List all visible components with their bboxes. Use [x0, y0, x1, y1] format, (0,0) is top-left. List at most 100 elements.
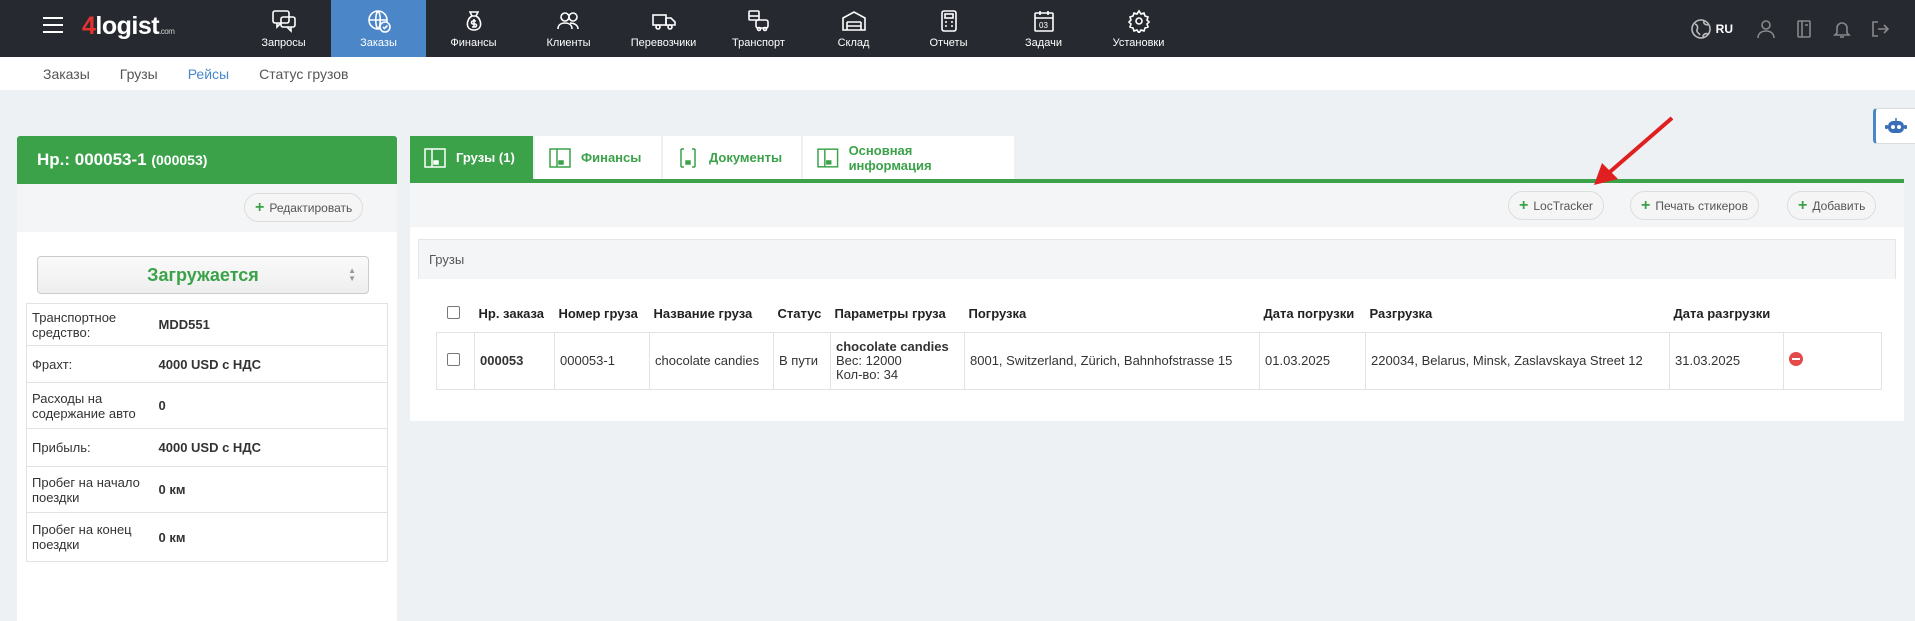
- cell-order-number[interactable]: 000053: [474, 331, 555, 390]
- nav-item-transport[interactable]: Транспорт: [711, 0, 806, 57]
- vehicles-icon: [747, 10, 769, 32]
- select-all-cell: [437, 296, 475, 332]
- order-sub-number: (000053): [151, 152, 208, 168]
- col-unloading[interactable]: Разгрузка: [1366, 296, 1670, 332]
- cell-loading-date: 01.03.2025: [1259, 331, 1366, 390]
- cargo-toolbar: + LocTracker + Печать стикеров + Добавит…: [410, 183, 1904, 227]
- select-all-checkbox[interactable]: [446, 305, 460, 319]
- delete-icon[interactable]: [1789, 352, 1803, 366]
- logo[interactable]: 4logist.com: [82, 12, 175, 41]
- logout-button[interactable]: [1861, 19, 1899, 39]
- tab-finance[interactable]: Финансы: [535, 136, 663, 179]
- col-loading-date[interactable]: Дата погрузки: [1260, 296, 1366, 332]
- info-row: Транспортное средство: MDD551: [32, 309, 210, 340]
- nav-item-tasks[interactable]: 03 Задачи: [996, 0, 1091, 57]
- top-navbar: 4logist.com Запросы Заказы Финансы Клиен…: [0, 0, 1915, 57]
- subnav-cargo-status[interactable]: Статус грузов: [259, 66, 348, 82]
- info-row: Прибыль: 4000 USD с НДС: [26, 428, 388, 467]
- order-number: Нр.: 000053-1: [37, 150, 147, 169]
- info-row: Пробег на начало поездки 0 км: [26, 466, 388, 513]
- col-cargo-name[interactable]: Название груза: [650, 296, 774, 332]
- row-checkbox-cell: [436, 331, 475, 390]
- globe-icon: [1690, 18, 1711, 39]
- nav-item-reports[interactable]: Отчеты: [901, 0, 996, 57]
- cell-cargo-number: 000053-1: [554, 331, 650, 390]
- info-row: Фрахт: 4000 USD с НДС: [26, 345, 388, 383]
- cargo-table: Нр. заказа Номер груза Название груза Ст…: [436, 296, 1882, 390]
- loctracker-button[interactable]: + LocTracker: [1508, 191, 1604, 220]
- row-checkbox[interactable]: [447, 352, 460, 366]
- panel-icon: [817, 147, 839, 168]
- col-order-number[interactable]: Нр. заказа: [475, 296, 555, 332]
- logout-icon: [1872, 20, 1890, 37]
- table-row[interactable]: 000053 000053-1 chocolate candies В пути…: [436, 331, 1882, 390]
- tab-cargo[interactable]: Грузы (1): [410, 136, 535, 179]
- chat-question-icon: [271, 10, 296, 33]
- document-panel-icon: [680, 147, 696, 168]
- nav-item-carriers[interactable]: Перевозчики: [616, 0, 711, 57]
- globe-check-icon: [367, 10, 391, 33]
- tabs: Грузы (1) Финансы Документы Основная инф…: [410, 136, 1016, 180]
- info-row: Пробег на конец поездки 0 км: [26, 512, 388, 562]
- plus-icon: +: [255, 198, 265, 216]
- subnav-trips[interactable]: Рейсы: [188, 66, 229, 82]
- edit-bar: + Редактировать: [17, 184, 397, 232]
- gear-icon: [1127, 9, 1150, 33]
- users-icon: [556, 12, 579, 30]
- cell-unloading-date: 31.03.2025: [1669, 331, 1784, 390]
- order-info-table: Транспортное средство: MDD551 Фрахт: 4000 …: [26, 303, 388, 562]
- bell-icon: [1833, 21, 1851, 38]
- col-cargo-number[interactable]: Номер груза: [555, 296, 650, 332]
- tab-documents[interactable]: Документы: [663, 136, 803, 179]
- notifications-button[interactable]: [1823, 19, 1861, 39]
- table-header-row: Нр. заказа Номер груза Название груза Ст…: [437, 296, 1882, 332]
- calendar-icon: 03: [1033, 11, 1054, 32]
- cell-actions: [1783, 331, 1882, 390]
- nav-item-settings[interactable]: Установки: [1091, 0, 1186, 57]
- cell-cargo-params: chocolate candies Вес: 12000 Кол-во: 34: [830, 331, 965, 390]
- assistant-bot-button[interactable]: [1873, 108, 1915, 144]
- col-cargo-params[interactable]: Параметры груза: [831, 296, 965, 332]
- subnav-cargo[interactable]: Грузы: [120, 66, 158, 82]
- col-actions: [1784, 296, 1882, 332]
- profile-button[interactable]: [1747, 19, 1785, 39]
- col-status[interactable]: Статус: [774, 296, 831, 332]
- tab-main-info[interactable]: Основная информация: [803, 136, 1016, 179]
- annotation-arrow: [1594, 116, 1674, 185]
- truck-icon: [651, 14, 676, 30]
- nav-right-tools: RU: [1690, 0, 1915, 57]
- subnav-orders[interactable]: Заказы: [43, 66, 90, 82]
- notebook-icon: [1797, 19, 1811, 38]
- cell-loading: 8001, Switzerland, Zürich, Bahnhofstrass…: [964, 331, 1260, 390]
- nav-item-warehouse[interactable]: Склад: [806, 0, 901, 57]
- calculator-icon: [940, 10, 957, 32]
- user-icon: [1757, 19, 1775, 38]
- cargo-tab-content: + LocTracker + Печать стикеров + Добавит…: [410, 183, 1904, 421]
- order-header: Нр.: 000053-1 (000053): [17, 136, 397, 184]
- grid-title: Грузы: [418, 239, 1896, 279]
- language-switcher[interactable]: RU: [1690, 18, 1733, 40]
- plus-icon: +: [1519, 196, 1529, 214]
- robot-icon: [1884, 118, 1907, 133]
- edit-button[interactable]: + Редактировать: [244, 193, 364, 222]
- main-nav: Запросы Заказы Финансы Клиенты Перевозчи…: [236, 0, 1186, 57]
- notebook-button[interactable]: [1785, 19, 1823, 39]
- plus-icon: +: [1641, 196, 1651, 214]
- cell-cargo-name: chocolate candies: [649, 331, 774, 390]
- status-select[interactable]: Загружается ▲ ▼: [37, 256, 369, 294]
- money-bag-icon: [466, 11, 481, 31]
- menu-icon[interactable]: [43, 17, 63, 33]
- info-row: Расходы на содержание авто 0: [26, 382, 388, 429]
- print-stickers-button[interactable]: + Печать стикеров: [1630, 191, 1759, 220]
- nav-item-requests[interactable]: Запросы: [236, 0, 331, 57]
- panel-icon: [424, 147, 446, 168]
- plus-icon: +: [1798, 196, 1808, 214]
- col-unloading-date[interactable]: Дата разгрузки: [1670, 296, 1784, 332]
- add-button[interactable]: + Добавить: [1787, 191, 1877, 220]
- order-details-panel: + Редактировать Загружается ▲ ▼ Транспорт…: [17, 184, 397, 621]
- nav-item-clients[interactable]: Клиенты: [521, 0, 616, 57]
- col-loading[interactable]: Погрузка: [965, 296, 1260, 332]
- nav-item-finance[interactable]: Финансы: [426, 0, 521, 57]
- sub-navigation: Заказы Грузы Рейсы Статус грузов: [0, 57, 1915, 90]
- nav-item-orders[interactable]: Заказы: [331, 0, 426, 57]
